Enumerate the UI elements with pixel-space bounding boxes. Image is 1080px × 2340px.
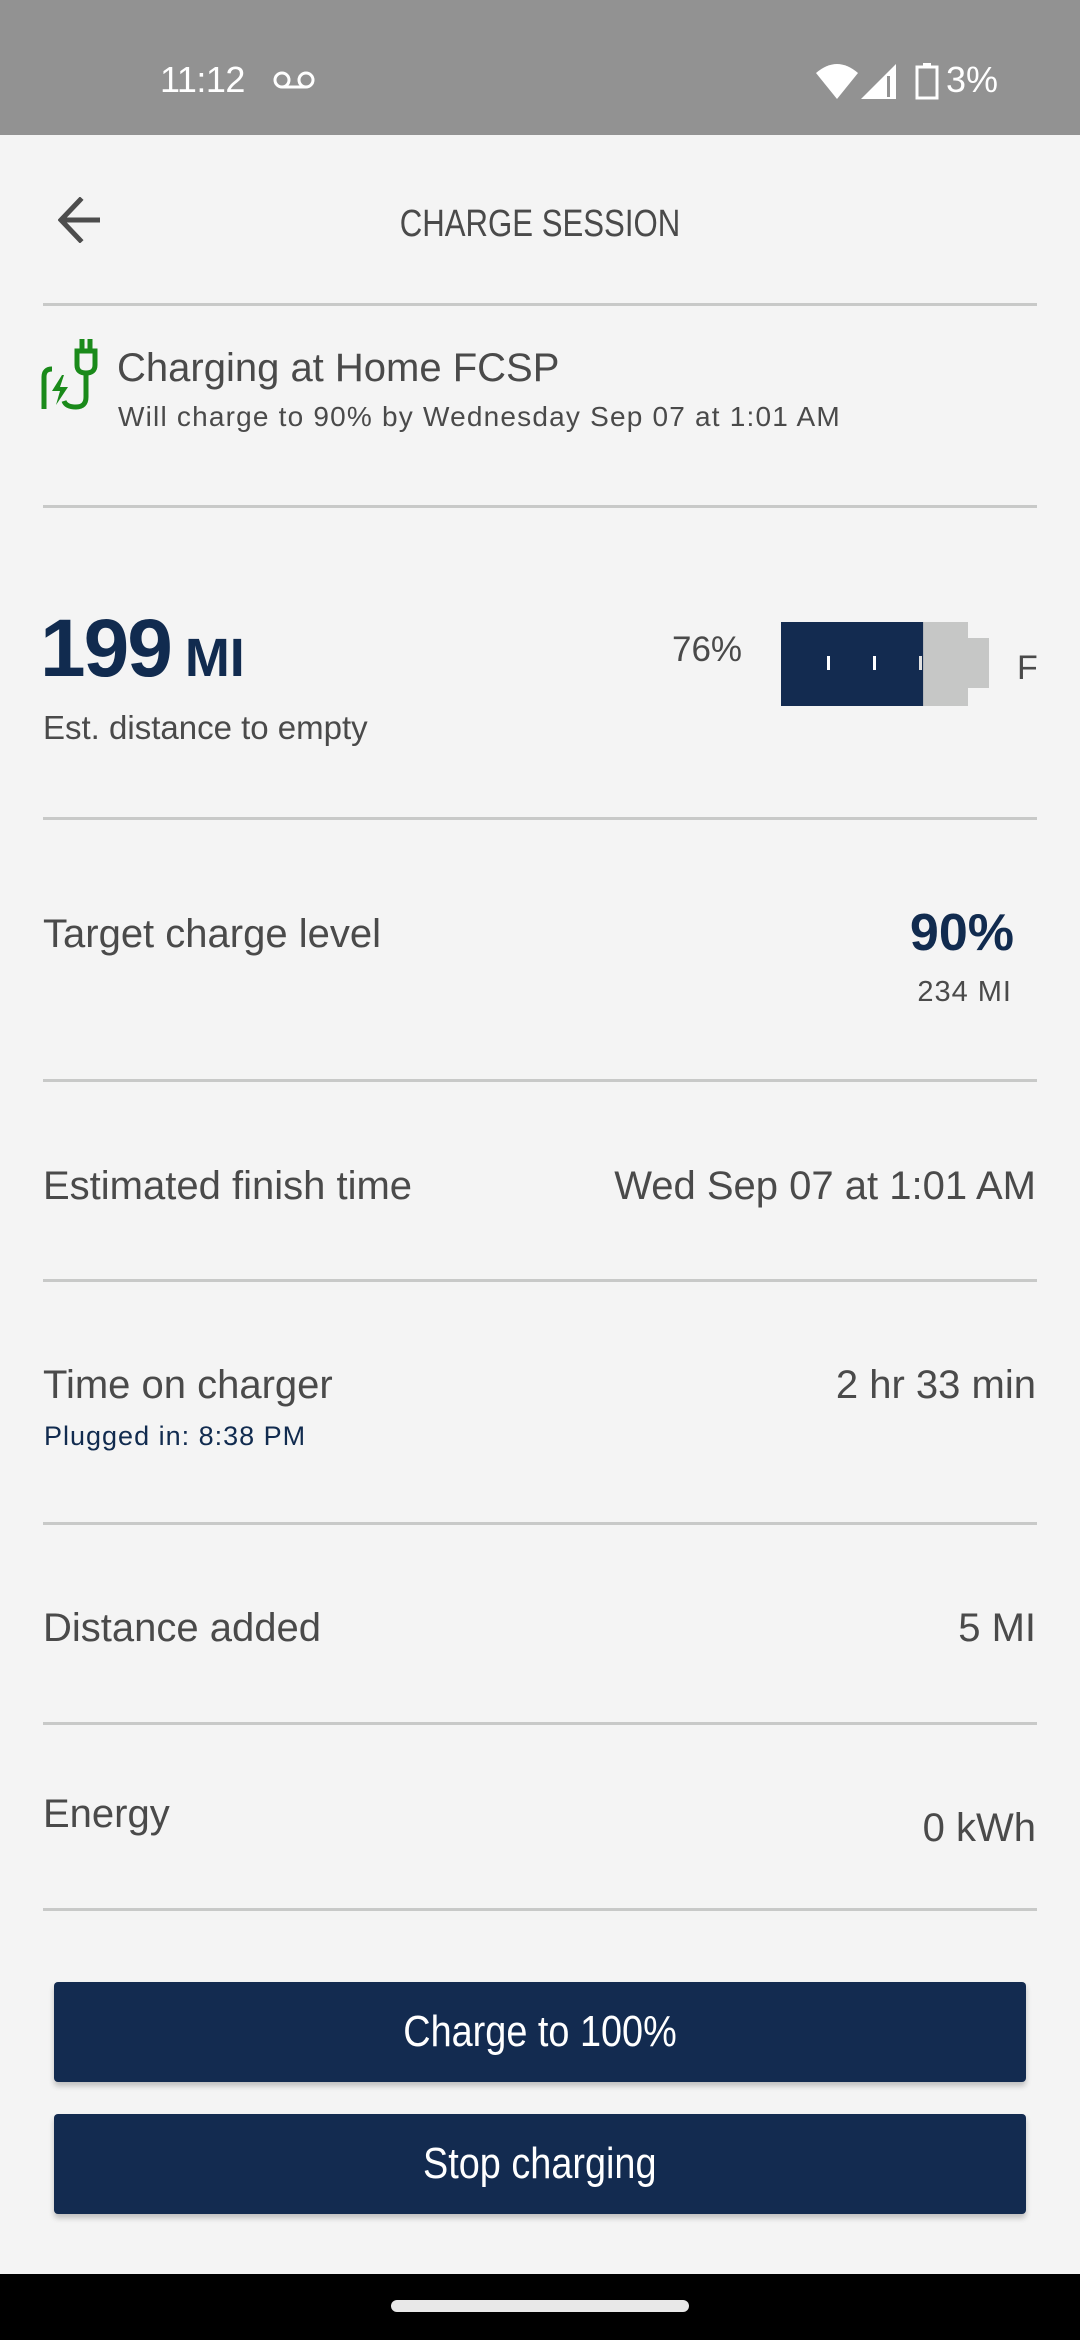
cell-signal-icon: [861, 64, 896, 99]
battery-full-label: F: [1017, 649, 1038, 687]
divider: [43, 817, 1037, 820]
battery-gauge: [781, 622, 989, 706]
battery-gauge-cap: [968, 638, 989, 688]
page-title: CHARGE SESSION: [399, 203, 681, 245]
charging-location-title: Charging at Home FCSP: [117, 346, 560, 390]
battery-gauge-tick: [919, 656, 922, 670]
divider: [43, 1722, 1037, 1725]
divider: [43, 1079, 1037, 1082]
finish-time-label: Estimated finish time: [43, 1164, 413, 1208]
target-charge-range: 234 MI: [917, 976, 1012, 1008]
energy-value: 0 kWh: [922, 1806, 1036, 1850]
divider: [43, 505, 1037, 508]
voicemail-icon: [273, 71, 315, 89]
range-label: Est. distance to empty: [43, 709, 368, 746]
plugged-in-time: Plugged in: 8:38 PM: [44, 1421, 307, 1451]
charge-to-100-label: Charge to 100%: [403, 2007, 677, 2056]
target-charge-value[interactable]: 90%: [910, 904, 1014, 962]
divider: [43, 1522, 1037, 1525]
wifi-icon: [816, 64, 858, 99]
battery-gauge-tick: [873, 656, 876, 670]
range-value: 199 MI: [40, 604, 245, 703]
ev-plug-icon: [41, 339, 98, 410]
distance-added-label: Distance added: [43, 1606, 321, 1650]
time-on-charger-label: Time on charger: [43, 1363, 333, 1407]
battery-gauge-fill: [781, 622, 924, 706]
divider: [43, 1908, 1037, 1911]
stop-charging-button[interactable]: Stop charging: [54, 2114, 1026, 2214]
charging-eta-subtitle: Will charge to 90% by Wednesday Sep 07 a…: [118, 401, 841, 432]
status-time: 11:12: [160, 59, 245, 100]
finish-time-value: Wed Sep 07 at 1:01 AM: [614, 1164, 1036, 1208]
range-unit: MI: [184, 628, 245, 688]
stop-charging-label: Stop charging: [423, 2139, 657, 2188]
arrow-left-icon: [58, 197, 100, 243]
home-gesture-handle[interactable]: [391, 2300, 689, 2312]
target-charge-label: Target charge level: [43, 912, 381, 956]
battery-icon: [915, 63, 939, 100]
charge-to-100-button[interactable]: Charge to 100%: [54, 1982, 1026, 2082]
battery-gauge-tick: [827, 656, 830, 670]
divider: [43, 303, 1037, 306]
state-of-charge-percent: 76%: [672, 630, 743, 669]
energy-label: Energy: [43, 1792, 170, 1836]
status-battery-percent: 3%: [946, 59, 999, 100]
range-number: 199: [40, 603, 173, 694]
distance-added-value: 5 MI: [958, 1606, 1036, 1650]
time-on-charger-value: 2 hr 33 min: [835, 1363, 1036, 1407]
divider: [43, 1279, 1037, 1282]
